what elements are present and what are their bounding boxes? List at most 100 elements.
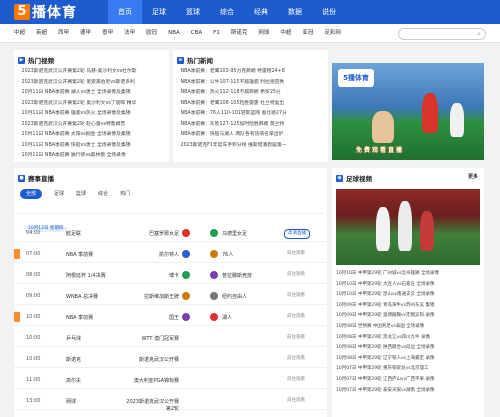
match-time: 09:00 (26, 293, 41, 299)
away-team-icon (210, 229, 218, 237)
top-header: 5 播体育 首页 足球 篮球 综合 经典 数据 说份 (0, 0, 500, 24)
list-item[interactable]: 2023斯诺克武汉公开赛第2轮 奥沙利文vs丁俊晖 精华 (18, 99, 137, 110)
list-item[interactable]: NBA季前赛：公牛107-115不敌雄鹿 利拉德首秀 (177, 78, 287, 89)
tab-football[interactable]: 足球 (54, 189, 64, 199)
subnav-item[interactable]: 法甲 (124, 24, 135, 42)
more-link[interactable]: 更多 (468, 173, 478, 180)
nav-item-classic[interactable]: 经典 (244, 0, 278, 24)
subnav-item[interactable]: 意甲 (102, 24, 113, 42)
home-team: 博卡 (168, 273, 179, 279)
subnav-item[interactable]: 足彩网 (324, 24, 341, 42)
subnav-item[interactable]: 斯诺克 (231, 24, 248, 42)
subnav-item[interactable]: 欧冠 (146, 24, 157, 42)
tab-general[interactable]: 综合 (98, 189, 108, 199)
list-item[interactable]: 10月08日 中甲第29轮 陕西联合vs延边 全场录像 (336, 343, 480, 354)
hot-news-panel: ≡ 热门新闻 NBA季前赛：老鹰103-95力克鹈鹕 特雷杨24+8 NBA季前… (173, 50, 328, 162)
nav-item-extra[interactable]: 说份 (312, 0, 346, 24)
table-row[interactable]: 10:00 乒乓球 WTT 澳门冠军赛 前往观看 (14, 331, 327, 347)
list-item[interactable]: 2023斯诺克F1年度车手积分榜 维斯塔潘稳居第一 (177, 141, 287, 152)
nav-item-home[interactable]: 首页 (108, 0, 142, 24)
subnav-item[interactable]: 英超 (36, 24, 47, 42)
nav-item-football[interactable]: 足球 (142, 0, 176, 24)
list-item[interactable]: 10月07日 中甲第29轮 重庆铜梁龙vs北京理工 (336, 364, 480, 375)
list-item[interactable]: 10月07日 中甲第29轮 泰安天贶vs湖南 全场录像 (336, 386, 480, 397)
list-item[interactable]: 10月10日 中甲第29轮 昆山vs南通支云 全场录像 (336, 290, 480, 301)
subnav-item[interactable]: 中超 (280, 24, 291, 42)
list-item[interactable]: 10月11日 NBA季前赛 快船vs勇士 全场录像及集锦 (18, 141, 137, 152)
list-item[interactable]: 10月10日 中甲第29轮 广州城vs沧州雄狮 全场录像 (336, 269, 480, 280)
home-team: WTT 澳门冠军赛 (141, 336, 179, 342)
table-row[interactable]: 08:00 阿根廷杯 1/4决赛 博卡 普拉滕斯竞技 前往观看 (14, 268, 327, 284)
list-item[interactable]: NBA季前赛：老鹰108-105险胜雷霆 杜兰特复出 (177, 99, 287, 110)
list-item[interactable]: 10月11日 NBA季前赛 湖人vs勇士 全场录像及集锦 (18, 88, 137, 99)
nav-item-basketball[interactable]: 篮球 (176, 0, 210, 24)
list-item[interactable]: 2023斯诺克武汉公开赛第2轮 墨索美伯尼vs斯诺多利 (18, 78, 137, 89)
subnav-item[interactable]: NBA (168, 24, 180, 42)
watch-button[interactable]: 前往观看 (284, 376, 308, 384)
subnav-item[interactable]: 网球 (258, 24, 269, 42)
subnav-item[interactable]: 亚冠 (302, 24, 313, 42)
watch-button[interactable]: 前往观看 (284, 355, 308, 363)
list-item[interactable]: NBA季前赛：灰熊127-125加时险胜鹈鹕 莫兰特 (177, 120, 287, 131)
table-row[interactable]: 11:00 高尔夫 澳大利亚PGA锦标赛 前往观看 (14, 373, 327, 389)
nav-item-data[interactable]: 数据 (278, 0, 312, 24)
live-button[interactable]: 高清直播 (284, 229, 310, 239)
list-item[interactable]: 10月10日 中甲第29轮 大连人vs石家庄 全场录像 (336, 280, 480, 291)
list-item[interactable]: NBA季前赛：快船与湖人 两队各有伤病名单出炉 (177, 130, 287, 141)
tab-all[interactable]: 全部 (20, 189, 43, 199)
list-item[interactable]: 2023斯诺克武汉公开赛第2轮 赵心童vs特鲁姆普 (18, 120, 137, 131)
search-input[interactable] (399, 38, 469, 48)
home-team-icon (182, 229, 190, 237)
sub-nav: 中超 英超 西甲 德甲 意甲 法甲 欧冠 NBA CBA F1 斯诺克 网球 中… (0, 24, 500, 48)
list-item[interactable]: 10月07日 中甲第29轮 江西庐山vs广西平果 录像 (336, 375, 480, 386)
list-item[interactable]: 10月09日 中甲第29轮 青岛海牛vs苏州东吴 集锦 (336, 301, 480, 312)
list-item[interactable]: 10月09日 中甲第29轮 淄博蹴鞠vs无锡吴钩 录像 (336, 311, 480, 322)
watch-button[interactable]: 前往观看 (284, 271, 308, 279)
player-figure (376, 207, 390, 251)
list-item[interactable]: NBA季前赛：老鹰103-95力克鹈鹕 特雷杨24+8 (177, 67, 287, 78)
video-thumbnail[interactable] (336, 189, 480, 265)
match-time: 10:00 (26, 314, 41, 320)
list-item[interactable]: 10月11日 NBA季前赛 太阳vs掘金 全场录像及集锦 (18, 130, 137, 141)
away-team-icon (210, 250, 218, 258)
subnav-item[interactable]: 中超 (14, 24, 25, 42)
soccer-videos-heading: 足球视频 (346, 175, 372, 183)
list-item[interactable]: 10月11日 NBA季前赛 雄鹿vs热火 全场录像及集锦 (18, 109, 137, 120)
list-item[interactable]: 10月11日 NBA季前赛 独行侠vs森林狼 全场录像 (18, 151, 137, 162)
tab-hot[interactable]: 热门 (120, 189, 130, 199)
table-row[interactable]: 09:00 WNBA 总决赛 拉斯维加斯王牌 纽约自由人 前往观看 (14, 289, 327, 305)
news-icon: ≡ (177, 56, 184, 64)
match-time: 04:00 (26, 230, 41, 236)
subnav-item[interactable]: CBA (191, 24, 202, 42)
home-team-icon (182, 250, 190, 258)
subnav-item[interactable]: 德甲 (80, 24, 91, 42)
promo-banner[interactable]: 5播体育 免费观看直播 (332, 63, 484, 160)
hot-videos-heading: 热门视频 (28, 57, 54, 65)
table-row[interactable]: 10:00 斯诺克 斯诺克武汉公开赛 前往观看 (14, 352, 327, 368)
table-row[interactable]: 10:00 NBA 季前赛 国王 湖人 前往观看 (14, 310, 327, 326)
site-logo[interactable]: 5 播体育 (14, 3, 77, 21)
list-item[interactable]: 10月08日 中甲第29轮 黑龙江vs四川九牛 录像 (336, 333, 480, 344)
nav-item-general[interactable]: 综合 (210, 0, 244, 24)
table-row[interactable]: 13:00 网球 2023斯诺克武汉公开赛 第2轮 前往观看 (14, 394, 327, 412)
subnav-item[interactable]: F1 (213, 24, 220, 42)
table-row[interactable]: 07:00 NBA 季前赛 凯尔特人 76人 前往观看 (14, 247, 327, 263)
match-time: 08:00 (26, 272, 41, 278)
search-icon[interactable]: ⌕ (477, 30, 481, 38)
table-row[interactable]: 04:00 欧足联 巴塞罗那女足 马德里女足 高清直播 (14, 226, 327, 242)
watch-button[interactable]: 前往观看 (284, 292, 308, 300)
watch-button[interactable]: 前往观看 (284, 334, 308, 342)
watch-button[interactable]: 前往观看 (284, 397, 308, 405)
match-league: 阿根廷杯 1/4决赛 (66, 273, 106, 279)
list-item[interactable]: NBA季前赛：76人110-101轻取篮网 恩比德27分 (177, 109, 287, 120)
list-item[interactable]: 10月08日 世预赛 中国男足vs泰国 全场录像 (336, 322, 480, 333)
list-item[interactable]: 2023斯诺克武汉公开赛第2轮 马赫-奥沙利文vs杜尔斯 (18, 67, 137, 78)
list-item[interactable]: 10月08日 中甲第29轮 辽宁铁人vs上海嘉定 录像 (336, 354, 480, 365)
hot-news-list: NBA季前赛：老鹰103-95力克鹈鹕 特雷杨24+8 NBA季前赛：公牛107… (177, 67, 287, 151)
watch-button[interactable]: 前往观看 (284, 250, 308, 258)
list-item[interactable]: NBA季前赛：热火112-118不敌鹈鹕 希罗25分 (177, 88, 287, 99)
tab-basketball[interactable]: 篮球 (76, 189, 86, 199)
home-team: 国王 (168, 315, 179, 321)
watch-button[interactable]: 前往观看 (284, 313, 308, 321)
subnav-item[interactable]: 西甲 (58, 24, 69, 42)
